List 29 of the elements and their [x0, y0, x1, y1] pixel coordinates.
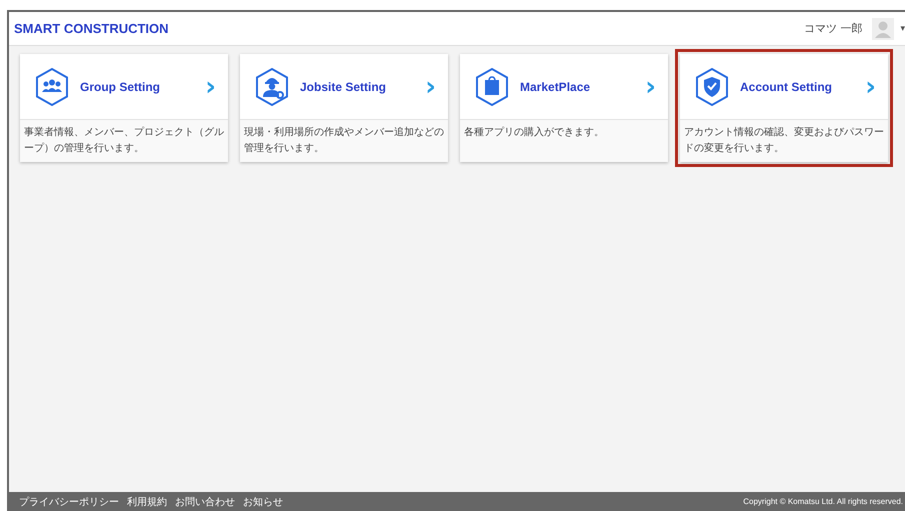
chevron-icon: › [645, 74, 656, 100]
card-title: Group Setting [80, 80, 161, 94]
people-icon [34, 66, 70, 106]
user-name: コマツ 一郎 [804, 21, 862, 36]
card-description: アカウント情報の確認、変更およびパスワードの変更を行います。 [680, 120, 888, 162]
card-description: 現場・利用場所の作成やメンバー追加などの管理を行います。 [240, 120, 448, 162]
shield-check-icon [694, 66, 730, 106]
card-title: Account Setting [740, 80, 833, 94]
footer-link[interactable]: お知らせ [243, 494, 283, 508]
card-description: 事業者情報、メンバー、プロジェクト（グループ）の管理を行います。 [20, 120, 228, 162]
setting-card[interactable]: Group Setting › 事業者情報、メンバー、プロジェクト（グループ）の管理を行います。 [20, 54, 228, 162]
chevron-icon: › [425, 74, 436, 100]
app-logo[interactable]: SMART CONSTRUCTION [14, 21, 169, 36]
chevron-icon: › [865, 74, 876, 100]
setting-card[interactable]: Jobsite Setting › 現場・利用場所の作成やメンバー追加などの管理を行います。 [240, 54, 448, 162]
footer-link[interactable]: 利用規約 [127, 494, 167, 508]
setting-card[interactable]: MarketPlace › 各種アプリの購入ができます。 [460, 54, 668, 162]
setting-card[interactable]: Account Setting › アカウント情報の確認、変更およびパスワードの変更を行います。 [680, 54, 888, 162]
caret-icon[interactable]: ▾ [900, 24, 905, 34]
card-title: Jobsite Setting [300, 80, 388, 94]
worker-icon [254, 66, 290, 106]
card-description: 各種アプリの購入ができます。 [460, 120, 668, 162]
copyright-text: Copyright © Komatsu Ltd. All rights reserved. [743, 497, 903, 506]
footer-link[interactable]: プライバシーポリシー [19, 494, 119, 508]
shopping-bag-icon [474, 66, 510, 106]
chevron-icon: › [205, 74, 216, 100]
card-title: MarketPlace [520, 80, 592, 94]
footer-link[interactable]: お問い合わせ [175, 494, 235, 508]
avatar-icon[interactable] [872, 18, 894, 40]
